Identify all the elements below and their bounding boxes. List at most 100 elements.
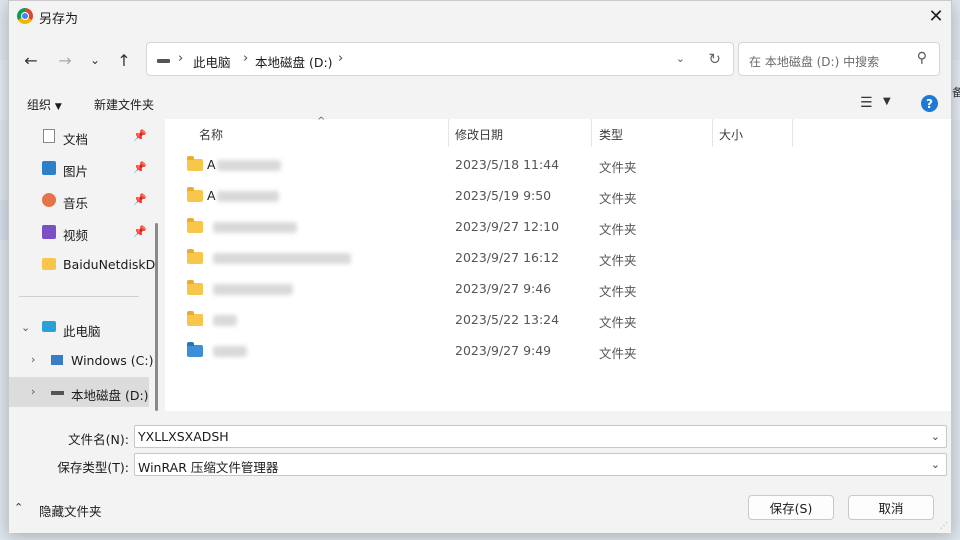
sidebar-item-label: 图片: [63, 164, 89, 179]
sidebar-item-pictures[interactable]: 图片 📌: [9, 153, 149, 183]
file-row[interactable]: A 2023/5/18 11:44 文件夹: [165, 150, 951, 181]
sidebar-item-label: 本地磁盘 (D:): [71, 388, 149, 403]
file-modified: 2023/9/27 9:46: [455, 281, 552, 296]
video-icon: [42, 225, 56, 239]
file-type: 文件夹: [599, 346, 637, 361]
redacted-name: [213, 222, 297, 233]
pin-icon[interactable]: 📌: [133, 161, 147, 174]
pin-icon[interactable]: 📌: [133, 193, 147, 206]
windows-drive-icon: [51, 355, 63, 365]
toolbar: 组织 ▼ 新建文件夹 ☰ ▼: [9, 87, 951, 119]
file-type: 文件夹: [599, 253, 637, 268]
sidebar-item-documents[interactable]: 文档 📌: [9, 121, 149, 151]
file-row[interactable]: A 2023/5/19 9:50 文件夹: [165, 181, 951, 212]
file-type: 文件夹: [599, 284, 637, 299]
column-separator[interactable]: [712, 119, 713, 147]
back-button[interactable]: ←: [19, 49, 43, 71]
pin-icon[interactable]: 📌: [133, 225, 147, 238]
filename-field[interactable]: YXLLXSXADSH ⌄: [134, 425, 947, 448]
file-modified: 2023/5/19 9:50: [455, 188, 552, 203]
file-name: A: [207, 188, 216, 203]
file-row[interactable]: 2023/9/27 9:49 文件夹: [165, 336, 951, 367]
new-folder-button[interactable]: 新建文件夹: [94, 96, 154, 113]
filetype-label: 保存类型(T):: [57, 460, 129, 475]
column-separator[interactable]: [792, 119, 793, 147]
file-type: 文件夹: [599, 160, 637, 175]
file-modified: 2023/9/27 12:10: [455, 219, 560, 234]
sidebar-item-label: 文档: [63, 132, 89, 147]
address-dropdown-icon[interactable]: ⌄: [676, 52, 685, 65]
save-button[interactable]: 保存(S): [748, 495, 834, 520]
cancel-button[interactable]: 取消: [848, 495, 934, 520]
file-row[interactable]: 2023/9/27 16:12 文件夹: [165, 243, 951, 274]
chevron-right-icon[interactable]: ›: [31, 353, 35, 366]
close-icon: ✕: [928, 5, 944, 27]
navigation-pane: 文档 📌 图片 📌 音乐 📌 视频 📌 BaiduNetdiskD ⌄ 此电脑: [9, 119, 157, 411]
hide-folders-label: 隐藏文件夹: [39, 504, 102, 519]
file-modified: 2023/5/22 13:24: [455, 312, 560, 327]
sidebar-item-drive-d[interactable]: › 本地磁盘 (D:): [9, 377, 149, 407]
chevron-up-icon: ⌃: [14, 501, 24, 514]
folder-icon: [187, 156, 203, 171]
refresh-icon[interactable]: ↻: [708, 50, 721, 68]
view-dropdown-icon[interactable]: ▼: [883, 96, 891, 107]
file-modified: 2023/5/18 11:44: [455, 157, 560, 172]
file-row[interactable]: 2023/9/27 9:46 文件夹: [165, 274, 951, 305]
title-bar: 另存为 ✕: [9, 1, 951, 31]
up-button[interactable]: ↑: [112, 49, 136, 71]
recent-locations-button[interactable]: ⌄: [83, 49, 107, 71]
column-separator[interactable]: [448, 119, 449, 147]
organize-label: 组织: [27, 98, 52, 112]
file-row[interactable]: 2023/9/27 12:10 文件夹: [165, 212, 951, 243]
filetype-value: WinRAR 压缩文件管理器: [138, 460, 279, 475]
sidebar-item-baidunetdisk[interactable]: BaiduNetdiskD: [9, 249, 155, 279]
background-edge-text: 备: [952, 86, 960, 99]
file-type: 文件夹: [599, 191, 637, 206]
file-modified: 2023/9/27 9:49: [455, 343, 552, 358]
file-list: ^ 名称 修改日期 类型 大小 A 2023/5/18 11:44 文件夹 A …: [165, 116, 951, 411]
breadcrumb-separator: ›: [338, 51, 344, 66]
forward-arrow-icon: →: [58, 50, 72, 70]
search-box[interactable]: 在 本地磁盘 (D:) 中搜索 ⚲: [738, 42, 940, 76]
computer-icon: [42, 321, 56, 332]
redacted-name: [213, 315, 237, 326]
view-list-icon[interactable]: ☰: [860, 95, 873, 111]
file-modified: 2023/9/27 16:12: [455, 250, 560, 265]
chevron-down-icon[interactable]: ⌄: [21, 321, 30, 334]
sidebar-divider: [19, 296, 139, 297]
sidebar-item-music[interactable]: 音乐 📌: [9, 185, 149, 215]
chevron-down-icon[interactable]: ⌄: [931, 458, 940, 471]
forward-button[interactable]: →: [53, 49, 77, 71]
sidebar-scrollbar[interactable]: [155, 223, 158, 411]
chevron-right-icon[interactable]: ›: [31, 385, 35, 398]
search-placeholder: 在 本地磁盘 (D:) 中搜索: [749, 55, 880, 69]
sidebar-item-drive-c[interactable]: › Windows (C:): [9, 345, 153, 375]
address-bar[interactable]: › 此电脑 › 本地磁盘 (D:) › ⌄ ↻: [146, 42, 734, 76]
redacted-name: [213, 284, 293, 295]
sidebar-item-videos[interactable]: 视频 📌: [9, 217, 149, 247]
folder-icon: [187, 280, 203, 295]
folder-icon: [187, 249, 203, 264]
resize-grip-icon[interactable]: ⋰: [940, 521, 948, 530]
close-button[interactable]: ✕: [921, 1, 951, 31]
help-icon[interactable]: ?: [921, 95, 938, 112]
folder-icon: [187, 187, 203, 202]
sidebar-item-label: BaiduNetdiskD: [63, 257, 156, 272]
file-row[interactable]: 2023/5/22 13:24 文件夹: [165, 305, 951, 336]
folder-icon: [187, 311, 203, 326]
breadcrumb-separator: ›: [178, 51, 184, 66]
redacted-name: [217, 191, 279, 202]
pin-icon[interactable]: 📌: [133, 129, 147, 142]
sidebar-item-label: 视频: [63, 228, 89, 243]
redacted-name: [213, 346, 247, 357]
breadcrumb-drive-d[interactable]: 本地磁盘 (D:): [255, 52, 333, 71]
breadcrumb-this-pc[interactable]: 此电脑: [193, 52, 231, 71]
filetype-select[interactable]: WinRAR 压缩文件管理器 ⌄: [134, 453, 947, 476]
up-arrow-icon: ↑: [117, 50, 131, 70]
sidebar-item-this-pc[interactable]: ⌄ 此电脑: [9, 313, 149, 343]
organize-menu[interactable]: 组织 ▼: [27, 96, 62, 113]
sidebar-item-label: 此电脑: [63, 324, 101, 339]
chevron-down-icon: ⌄: [89, 53, 101, 67]
column-separator[interactable]: [591, 119, 592, 147]
chevron-down-icon[interactable]: ⌄: [931, 430, 940, 443]
